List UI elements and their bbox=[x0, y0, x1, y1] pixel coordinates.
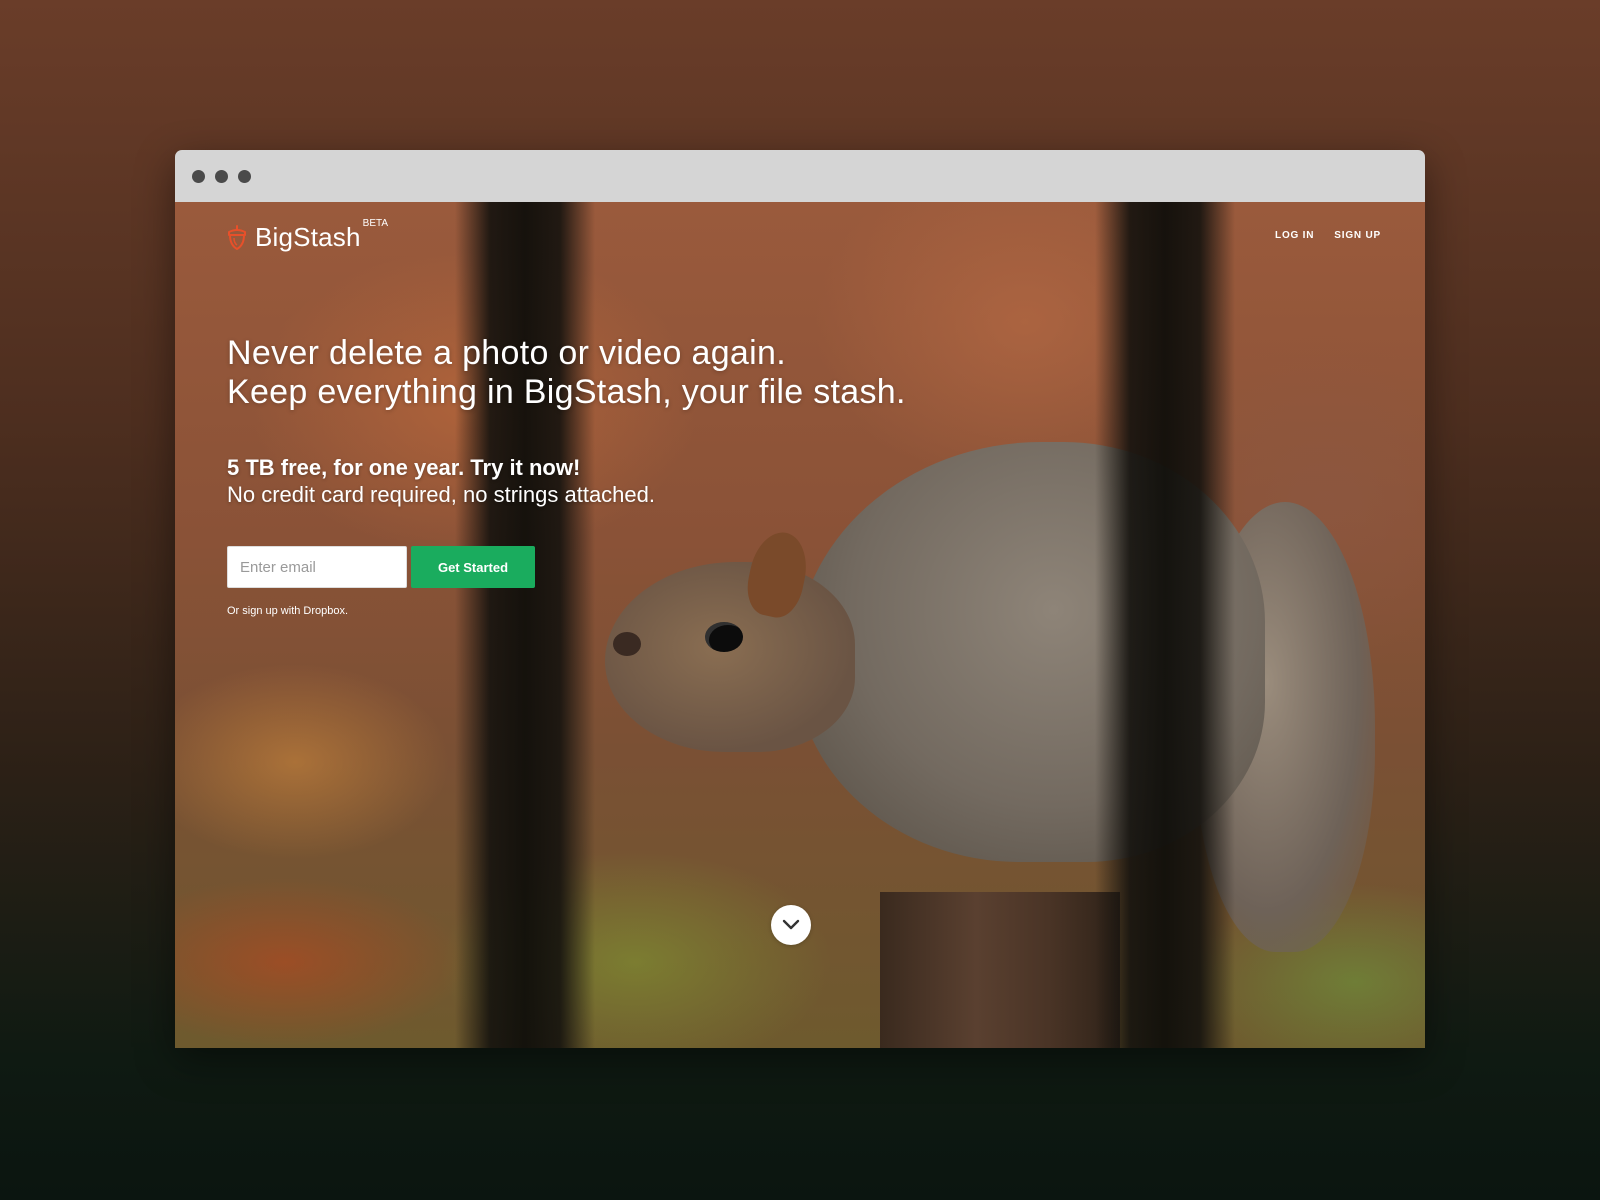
hero-photo-fence-bar bbox=[455, 202, 595, 1048]
chevron-down-icon bbox=[782, 919, 800, 930]
headline-line-1: Never delete a photo or video again. bbox=[227, 334, 786, 372]
login-link[interactable]: LOG IN bbox=[1275, 230, 1314, 241]
hero-photo-fence-bar bbox=[1095, 202, 1235, 1048]
dropbox-note-prefix: Or sign up with bbox=[227, 605, 304, 617]
window-control-dot[interactable] bbox=[215, 170, 228, 183]
scroll-down-button[interactable] bbox=[771, 905, 811, 945]
hero-photo-squirrel-eye bbox=[705, 622, 743, 652]
window-control-dot[interactable] bbox=[238, 170, 251, 183]
brand-logo[interactable]: BigStash BETA bbox=[227, 218, 388, 253]
offer-headline: 5 TB free, for one year. Try it now! bbox=[227, 455, 581, 480]
beta-badge: BETA bbox=[362, 218, 389, 229]
headline-line-2: Keep everything in BigStash, your file s… bbox=[227, 373, 906, 411]
window-control-dot[interactable] bbox=[192, 170, 205, 183]
offer-subtext: No credit card required, no strings atta… bbox=[227, 482, 656, 507]
email-input[interactable] bbox=[227, 546, 407, 588]
brand-name: BigStash bbox=[255, 222, 361, 252]
browser-titlebar bbox=[175, 150, 1425, 202]
hero-photo-squirrel-nose bbox=[613, 632, 641, 656]
dropbox-signup-note: Or sign up with Dropbox. bbox=[227, 605, 348, 617]
offer-text: 5 TB free, for one year. Try it now! No … bbox=[227, 454, 655, 508]
dropbox-note-suffix: . bbox=[345, 605, 349, 617]
dropbox-signup-link[interactable]: Dropbox bbox=[303, 605, 345, 617]
acorn-icon bbox=[228, 224, 246, 250]
signup-link[interactable]: SIGN UP bbox=[1334, 230, 1381, 241]
browser-window: BigStash BETA LOG IN SIGN UP Never delet… bbox=[175, 150, 1425, 1048]
hero-photo-squirrel-head bbox=[605, 562, 855, 752]
hero-headline: Never delete a photo or video again. Kee… bbox=[227, 334, 906, 412]
get-started-button[interactable]: Get Started bbox=[411, 546, 535, 588]
hero-section: BigStash BETA LOG IN SIGN UP Never delet… bbox=[175, 202, 1425, 1048]
top-nav: LOG IN SIGN UP bbox=[1275, 230, 1381, 241]
signup-form: Get Started bbox=[227, 546, 535, 588]
hero-photo-post bbox=[880, 892, 1120, 1048]
